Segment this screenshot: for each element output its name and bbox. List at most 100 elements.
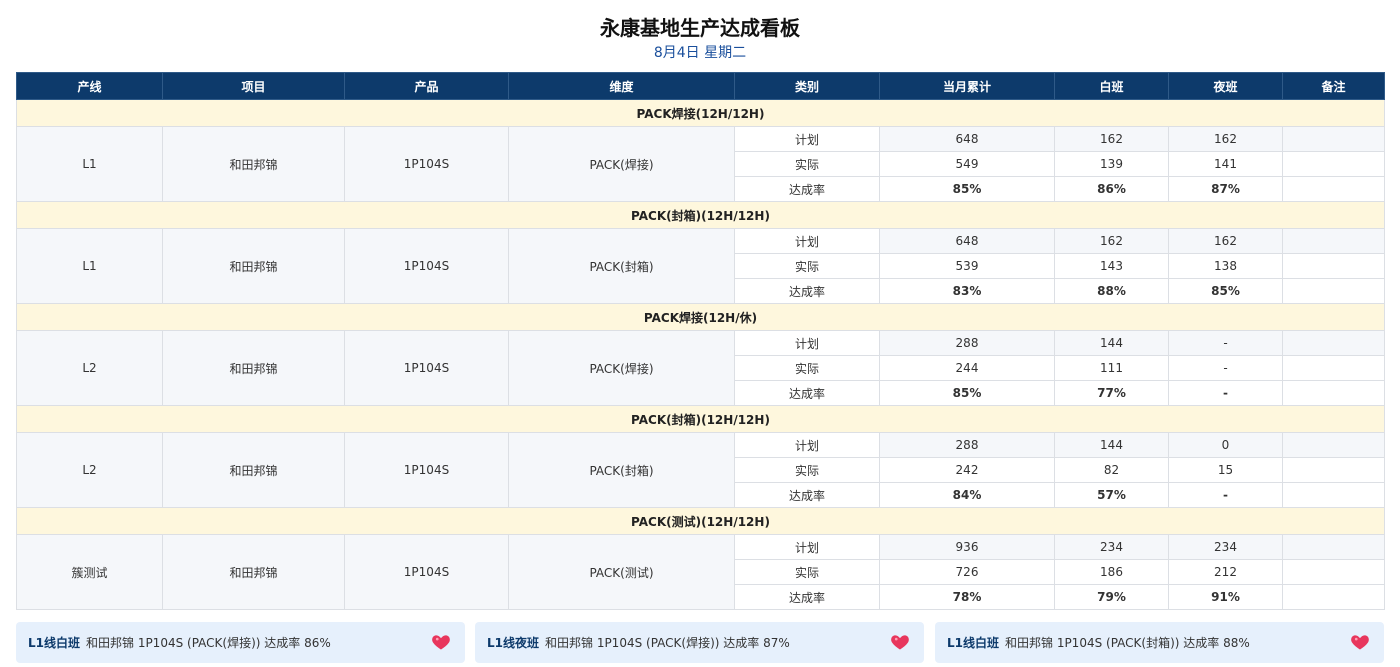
category-cell: 达成率 — [734, 584, 880, 610]
day-value-cell: 82 — [1054, 457, 1169, 483]
night-value-cell: 234 — [1168, 534, 1283, 560]
day-value-cell: 86% — [1054, 176, 1169, 202]
category-cell: 达成率 — [734, 176, 880, 202]
note-cell — [1282, 253, 1385, 279]
note-cell — [1282, 151, 1385, 177]
month-value-cell: 726 — [879, 559, 1055, 585]
category-cell: 达成率 — [734, 380, 880, 406]
category-cell: 计划 — [734, 330, 880, 356]
day-value-cell: 162 — [1054, 126, 1169, 152]
month-value-cell: 244 — [879, 355, 1055, 381]
night-value-cell: 87% — [1168, 176, 1283, 202]
product-cell: 1P104S — [344, 330, 509, 406]
card-shift: L1线白班 — [947, 636, 999, 650]
dimension-cell: PACK(焊接) — [508, 330, 735, 406]
month-value-cell: 539 — [879, 253, 1055, 279]
day-value-cell: 143 — [1054, 253, 1169, 279]
day-value-cell: 162 — [1054, 228, 1169, 254]
category-cell: 实际 — [734, 355, 880, 381]
section-header-row: PACK焊接(12H/12H) — [16, 99, 1385, 127]
production-table: 产线 项目 产品 维度 类别 当月累计 白班 夜班 备注 PACK焊接(12H/… — [16, 72, 1385, 610]
category-cell: 计划 — [734, 432, 880, 458]
header-line: 产线 — [16, 72, 163, 100]
section-label: PACK(测试)(12H/12H) — [16, 507, 1385, 535]
card-shift: L1线白班 — [28, 636, 80, 650]
note-cell — [1282, 380, 1385, 406]
month-value-cell: 78% — [879, 584, 1055, 610]
header-category: 类别 — [734, 72, 880, 100]
card-text: 和田邦锦 1P104S (PACK(焊接)) 达成率 86% — [86, 636, 331, 650]
product-cell: 1P104S — [344, 534, 509, 610]
header-month-total: 当月累计 — [879, 72, 1055, 100]
table-row: L1 和田邦锦 1P104S PACK(封箱) 计划 648 162 162 — [16, 228, 1385, 304]
summary-card: L1线白班 和田邦锦 1P104S (PACK(封箱)) 达成率 88% — [935, 622, 1384, 663]
project-cell: 和田邦锦 — [162, 126, 345, 202]
day-value-cell: 144 — [1054, 330, 1169, 356]
table-body: PACK焊接(12H/12H) L1 和田邦锦 1P104S PACK(焊接) 计划 648… — [16, 99, 1385, 610]
day-value-cell: 79% — [1054, 584, 1169, 610]
night-value-cell: 162 — [1168, 228, 1283, 254]
table-row: L2 和田邦锦 1P104S PACK(封箱) 计划 288 144 0 — [16, 432, 1385, 508]
day-value-cell: 77% — [1054, 380, 1169, 406]
section-header-row: PACK焊接(12H/休) — [16, 303, 1385, 331]
dimension-cell: PACK(焊接) — [508, 126, 735, 202]
summary-cards: L1线白班 和田邦锦 1P104S (PACK(焊接)) 达成率 86% L1线… — [16, 622, 1384, 663]
category-cell: 实际 — [734, 559, 880, 585]
project-cell: 和田邦锦 — [162, 534, 345, 610]
section-header-row: PACK(封箱)(12H/12H) — [16, 405, 1385, 433]
header-project: 项目 — [162, 72, 345, 100]
note-cell — [1282, 278, 1385, 304]
night-value-cell: 85% — [1168, 278, 1283, 304]
heart-icon — [1351, 635, 1369, 650]
category-cell: 实际 — [734, 151, 880, 177]
month-value-cell: 85% — [879, 176, 1055, 202]
note-cell — [1282, 584, 1385, 610]
product-cell: 1P104S — [344, 126, 509, 202]
note-cell — [1282, 176, 1385, 202]
section-label: PACK(封箱)(12H/12H) — [16, 405, 1385, 433]
line-cell: L2 — [16, 330, 163, 406]
night-value-cell: 212 — [1168, 559, 1283, 585]
day-value-cell: 139 — [1054, 151, 1169, 177]
dimension-cell: PACK(封箱) — [508, 432, 735, 508]
category-cell: 计划 — [734, 228, 880, 254]
category-cell: 达成率 — [734, 278, 880, 304]
table-header-row: 产线 项目 产品 维度 类别 当月累计 白班 夜班 备注 — [16, 72, 1385, 100]
header-dimension: 维度 — [508, 72, 735, 100]
night-value-cell: 0 — [1168, 432, 1283, 458]
project-cell: 和田邦锦 — [162, 228, 345, 304]
note-cell — [1282, 355, 1385, 381]
heart-icon — [891, 635, 909, 650]
night-value-cell: 91% — [1168, 584, 1283, 610]
note-cell — [1282, 457, 1385, 483]
section-label: PACK焊接(12H/12H) — [16, 99, 1385, 127]
section-label: PACK(封箱)(12H/12H) — [16, 201, 1385, 229]
day-value-cell: 111 — [1054, 355, 1169, 381]
note-cell — [1282, 559, 1385, 585]
category-cell: 计划 — [734, 534, 880, 560]
summary-card: L1线白班 和田邦锦 1P104S (PACK(焊接)) 达成率 86% — [16, 622, 465, 663]
header-night-shift: 夜班 — [1168, 72, 1283, 100]
day-value-cell: 144 — [1054, 432, 1169, 458]
card-text: 和田邦锦 1P104S (PACK(封箱)) 达成率 88% — [1005, 636, 1250, 650]
section-header-row: PACK(封箱)(12H/12H) — [16, 201, 1385, 229]
line-cell: L1 — [16, 228, 163, 304]
month-value-cell: 288 — [879, 432, 1055, 458]
month-value-cell: 648 — [879, 126, 1055, 152]
month-value-cell: 288 — [879, 330, 1055, 356]
card-shift: L1线夜班 — [487, 636, 539, 650]
section-header-row: PACK(测试)(12H/12H) — [16, 507, 1385, 535]
line-cell: L2 — [16, 432, 163, 508]
note-cell — [1282, 534, 1385, 560]
product-cell: 1P104S — [344, 228, 509, 304]
category-cell: 计划 — [734, 126, 880, 152]
month-value-cell: 84% — [879, 482, 1055, 508]
dimension-cell: PACK(测试) — [508, 534, 735, 610]
month-value-cell: 85% — [879, 380, 1055, 406]
header-note: 备注 — [1282, 72, 1385, 100]
night-value-cell: - — [1168, 330, 1283, 356]
month-value-cell: 936 — [879, 534, 1055, 560]
night-value-cell: 162 — [1168, 126, 1283, 152]
category-cell: 达成率 — [734, 482, 880, 508]
month-value-cell: 83% — [879, 278, 1055, 304]
